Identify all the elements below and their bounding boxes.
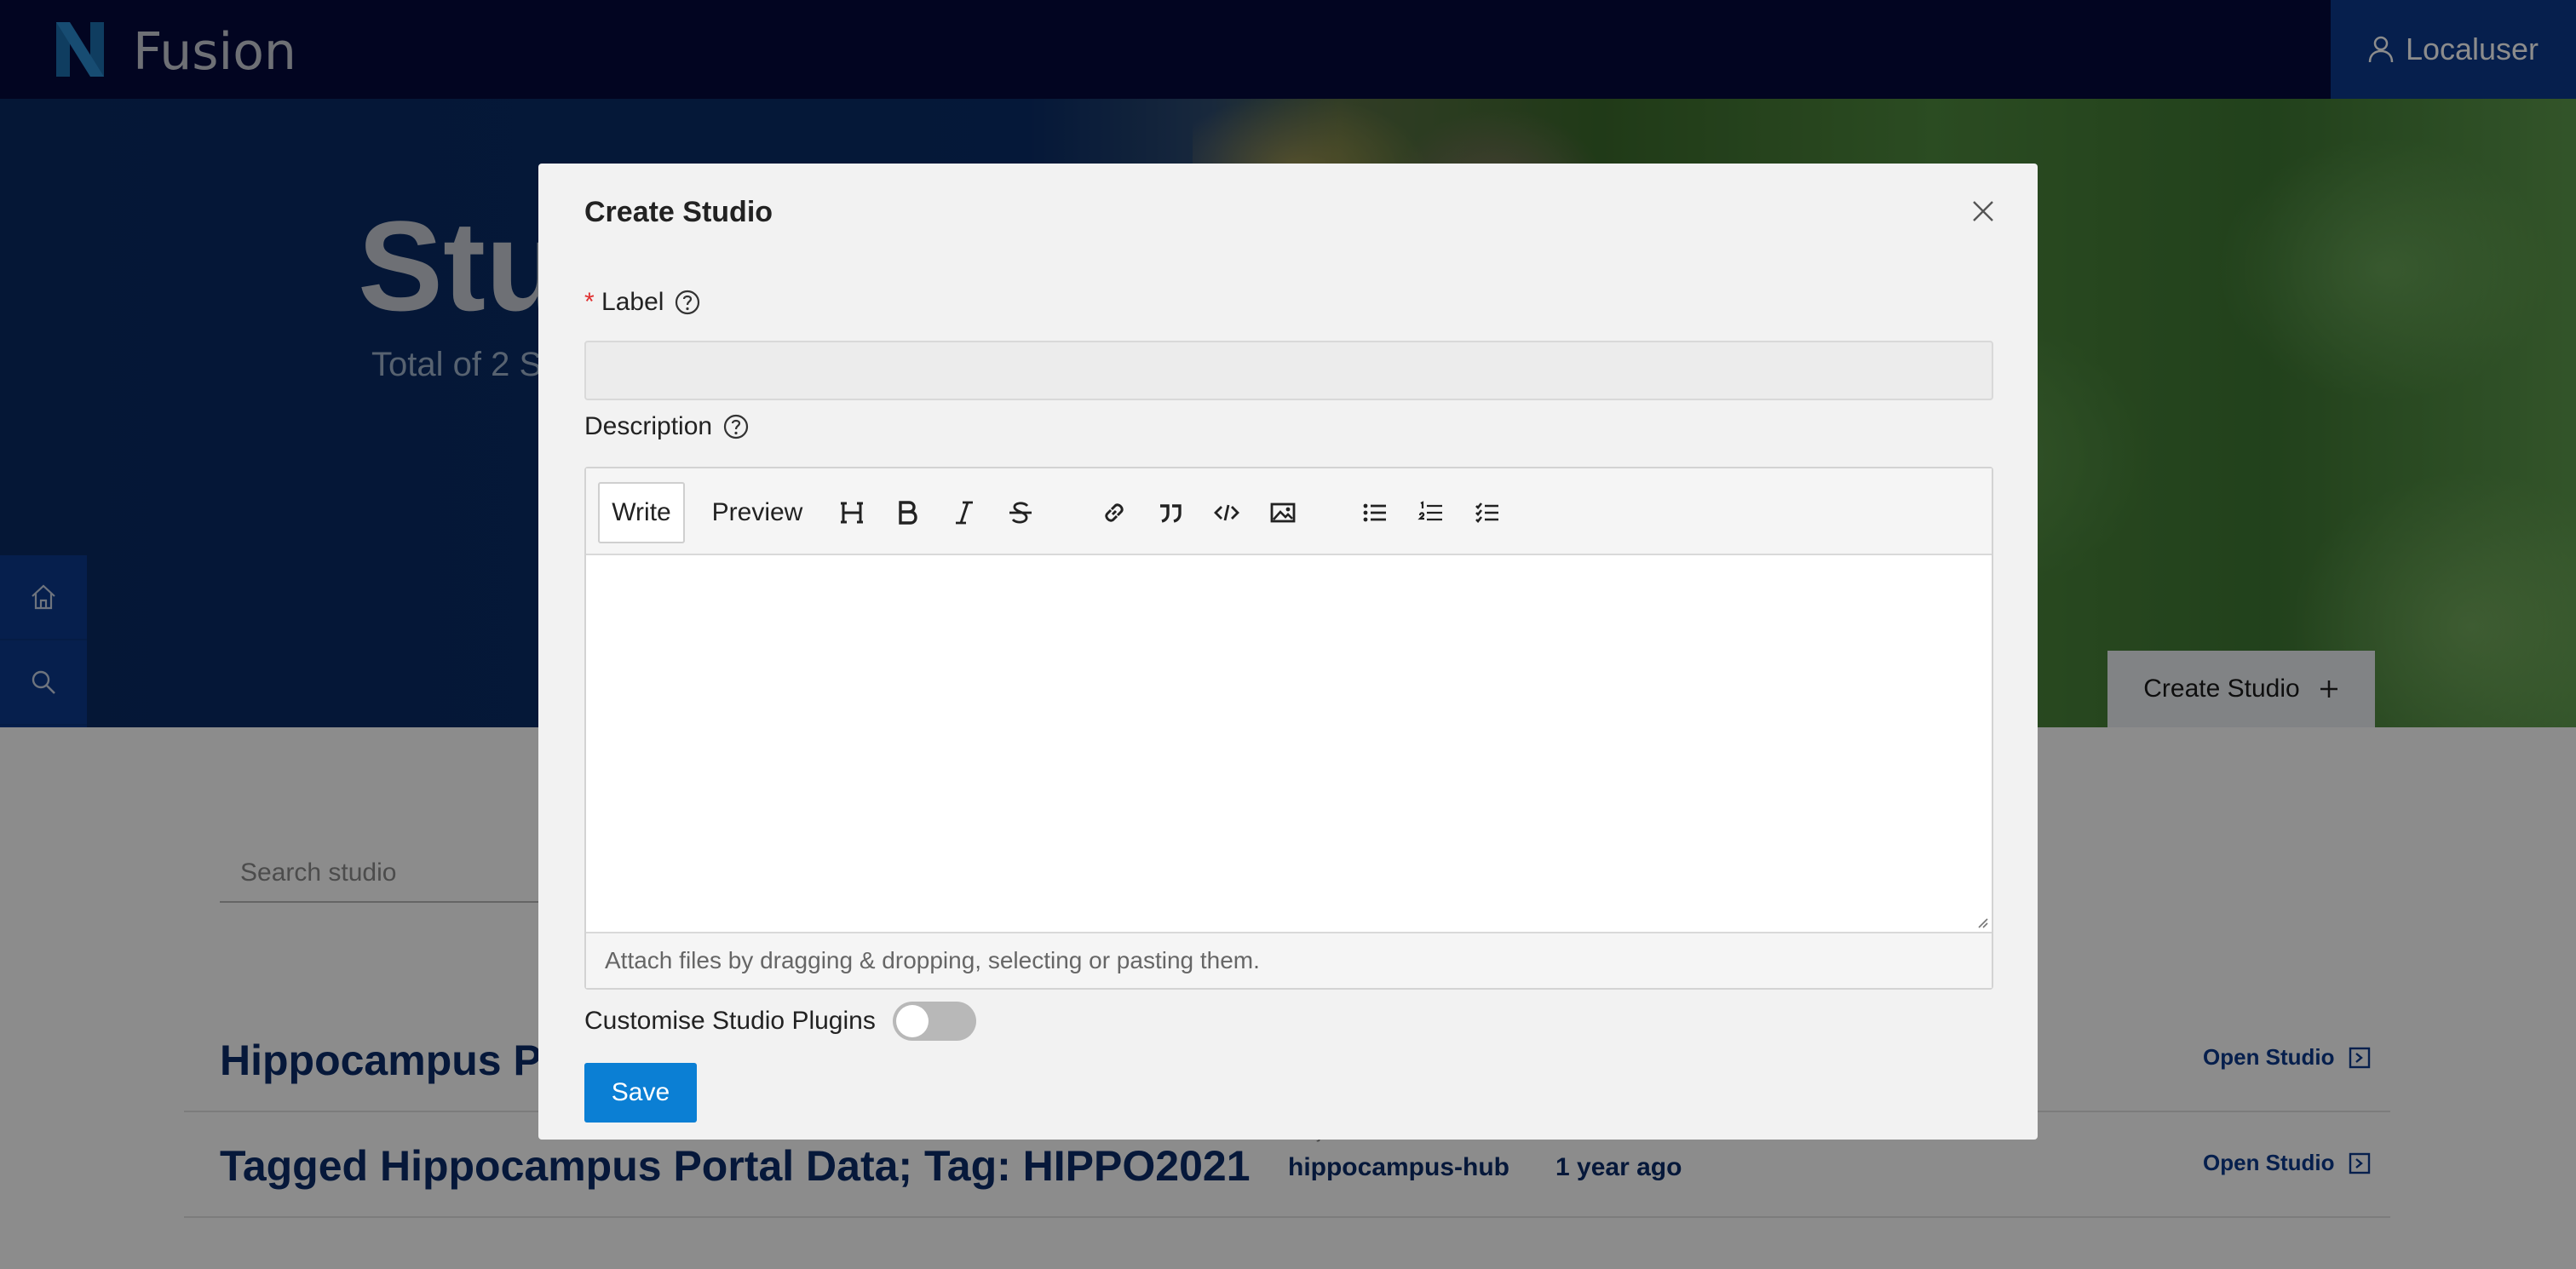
required-mark: * <box>584 288 595 316</box>
description-textarea[interactable] <box>586 555 1992 932</box>
create-studio-modal: Create Studio * Label Description Write … <box>538 164 2038 1140</box>
checklist-icon[interactable] <box>1469 494 1506 531</box>
image-icon[interactable] <box>1264 494 1302 531</box>
description-field-label: Description <box>584 412 750 441</box>
modal-title: Create Studio <box>584 196 773 228</box>
tab-write[interactable]: Write <box>598 482 685 543</box>
help-icon[interactable] <box>722 413 750 440</box>
toggle-knob <box>895 1005 929 1037</box>
resize-handle-icon[interactable] <box>1975 915 1988 928</box>
bulleted-list-icon[interactable] <box>1356 494 1394 531</box>
save-button[interactable]: Save <box>584 1063 697 1123</box>
label-field-label: * Label <box>584 288 701 317</box>
tab-preview[interactable]: Preview <box>697 482 818 543</box>
strikethrough-icon[interactable] <box>1002 494 1039 531</box>
close-button[interactable] <box>1966 194 2000 228</box>
heading-icon[interactable] <box>833 494 871 531</box>
close-icon <box>1973 201 1993 221</box>
attach-files-area[interactable]: Attach files by dragging & dropping, sel… <box>586 932 1992 988</box>
customise-plugins-row: Customise Studio Plugins <box>584 1002 976 1041</box>
numbered-list-icon[interactable] <box>1412 494 1450 531</box>
quote-icon[interactable] <box>1152 494 1189 531</box>
link-icon[interactable] <box>1095 494 1133 531</box>
italic-icon[interactable] <box>946 494 983 531</box>
customise-plugins-label: Customise Studio Plugins <box>584 1007 876 1035</box>
bold-icon[interactable] <box>889 494 927 531</box>
label-text: Label <box>601 288 664 316</box>
help-icon[interactable] <box>674 289 701 316</box>
description-text: Description <box>584 412 713 440</box>
customise-plugins-toggle[interactable] <box>892 1002 976 1041</box>
code-icon[interactable] <box>1208 494 1245 531</box>
editor-toolbar: Write Preview <box>586 468 1992 555</box>
markdown-editor: Write Preview Attach files by dragging &… <box>584 467 1993 990</box>
label-input[interactable] <box>584 341 1993 400</box>
